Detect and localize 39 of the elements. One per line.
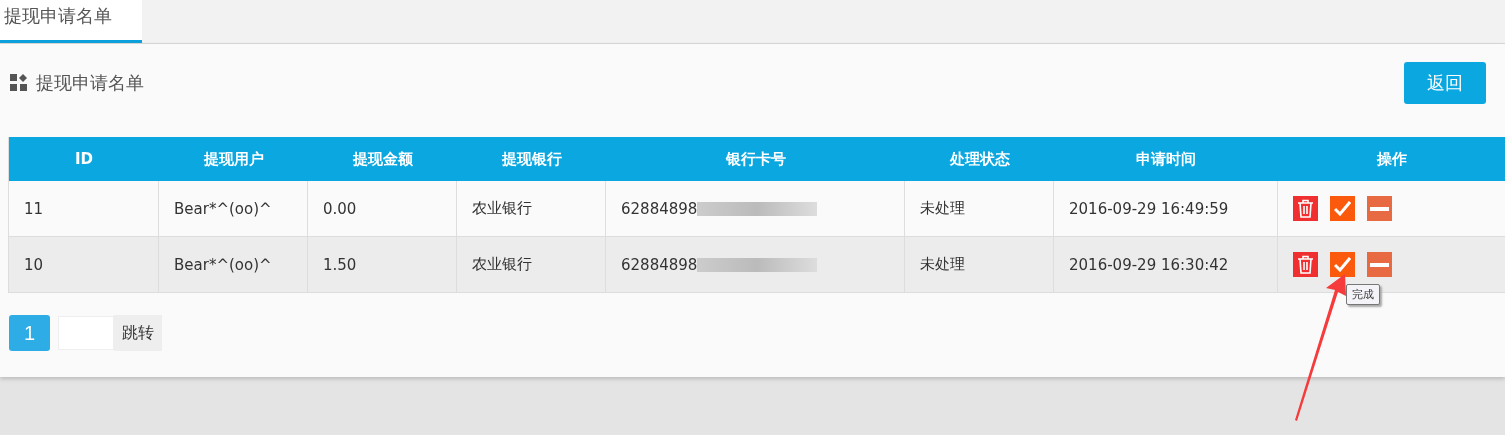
column-header: 处理状态 <box>905 137 1054 181</box>
tab[interactable]: 提现申请名单 <box>0 0 142 43</box>
table-cell: Bear*^(oo)^ <box>174 199 272 218</box>
complete-button[interactable] <box>1330 252 1355 277</box>
table-cell: 11 <box>24 199 44 218</box>
table-cell: Bear*^(oo)^ <box>174 255 272 274</box>
panel-title: 提现申请名单 <box>36 71 144 95</box>
table-cell: 62884898 <box>621 199 698 218</box>
grid-icon <box>10 74 28 92</box>
table-cell: 农业银行 <box>472 255 532 274</box>
column-header: 提现银行 <box>457 137 606 181</box>
table-cell: 62884898 <box>621 255 698 274</box>
table-cell: 2016-09-29 16:49:59 <box>1069 199 1229 218</box>
column-header: 提现金额 <box>308 137 457 181</box>
column-header: 银行卡号 <box>606 137 905 181</box>
delete-button[interactable] <box>1293 196 1318 221</box>
minus-icon <box>1370 262 1389 267</box>
minus-icon <box>1370 206 1389 211</box>
column-header: 提现用户 <box>159 137 308 181</box>
column-header: ID <box>9 137 159 181</box>
complete-button[interactable] <box>1330 196 1355 221</box>
minus-button[interactable] <box>1367 196 1392 221</box>
jump-button[interactable]: 跳转 <box>114 315 162 351</box>
column-header: 申请时间 <box>1054 137 1278 181</box>
table-cell: 农业银行 <box>472 199 532 218</box>
tooltip: 完成 <box>1346 284 1380 305</box>
table-cell: 未处理 <box>920 255 965 274</box>
table-cell: 10 <box>24 255 44 274</box>
check-icon <box>1334 201 1351 216</box>
table-cell: 1.50 <box>323 255 357 274</box>
trash-icon <box>1297 199 1314 218</box>
trash-icon <box>1297 255 1314 274</box>
table-cell: 未处理 <box>920 199 965 218</box>
minus-button[interactable] <box>1367 252 1392 277</box>
delete-button[interactable] <box>1293 252 1318 277</box>
table-cell: 0.00 <box>323 199 357 218</box>
table-cell: 2016-09-29 16:30:42 <box>1069 255 1229 274</box>
column-header: 操作 <box>1278 137 1505 181</box>
check-icon <box>1334 257 1351 272</box>
